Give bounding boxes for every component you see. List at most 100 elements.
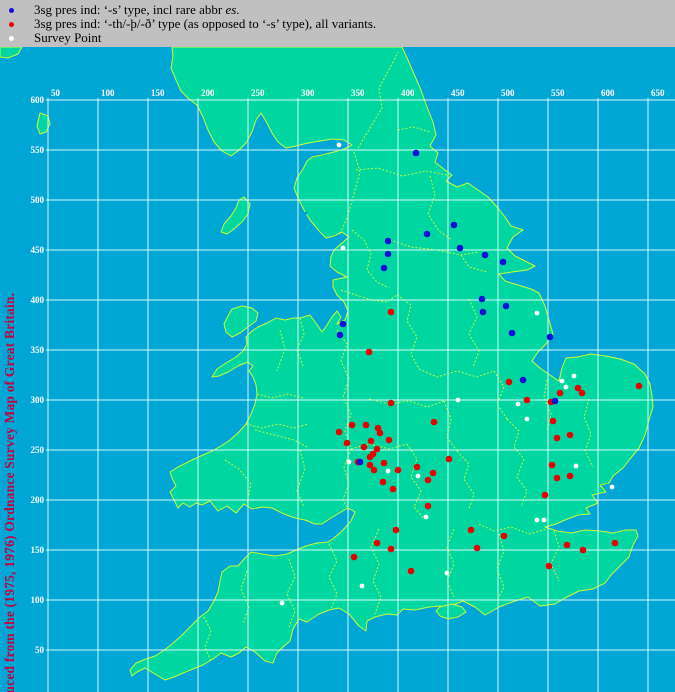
axis-label-top: 300 xyxy=(301,88,315,98)
s-type-dot xyxy=(480,309,487,316)
th-type-dot xyxy=(425,477,432,484)
legend: 3sg pres ind: ‘-s’ type, incl rare abbr … xyxy=(0,0,675,47)
survey-point-dot xyxy=(542,518,547,523)
th-type-dot xyxy=(446,456,453,463)
th-type-dot xyxy=(380,479,387,486)
th-type-dot xyxy=(612,540,619,547)
survey-point-dot-icon xyxy=(9,36,14,41)
map-container: 5010015020025030035040045050055060065060… xyxy=(0,47,675,692)
survey-point-dot xyxy=(535,518,540,523)
s-type-dot xyxy=(457,245,464,252)
axis-label-top: 150 xyxy=(151,88,165,98)
axis-label-left: 100 xyxy=(31,595,45,605)
th-type-dot xyxy=(388,400,395,407)
th-type-dot xyxy=(546,563,553,570)
axis-label-top: 250 xyxy=(251,88,265,98)
legend-label-survey-point: Survey Point xyxy=(34,31,102,45)
survey-point-dot xyxy=(360,584,365,589)
th-type-dot xyxy=(388,309,395,316)
axis-label-top: 350 xyxy=(351,88,365,98)
s-type-dot xyxy=(509,330,516,337)
legend-label-s-type: 3sg pres ind: ‘-s’ type, incl rare abbr … xyxy=(34,3,240,17)
s-type-dot xyxy=(451,222,458,229)
th-type-dot xyxy=(349,422,356,429)
th-type-dot xyxy=(388,546,395,553)
survey-point-dot xyxy=(574,464,579,469)
axis-label-left: 300 xyxy=(31,395,45,405)
s-type-dot xyxy=(503,303,510,310)
th-type-dot xyxy=(506,379,513,386)
coast-isle-of-man xyxy=(221,197,250,234)
th-type-dot xyxy=(351,554,358,561)
axis-label-left: 350 xyxy=(31,345,45,355)
survey-point-dot xyxy=(445,571,450,576)
th-type-dot xyxy=(390,486,397,493)
axis-label-left: 500 xyxy=(31,195,45,205)
th-type-dot xyxy=(580,547,587,554)
legend-item-s-type: 3sg pres ind: ‘-s’ type, incl rare abbr … xyxy=(0,3,675,17)
th-type-dot xyxy=(567,473,574,480)
survey-point-dot xyxy=(386,469,391,474)
s-type-dot xyxy=(500,259,507,266)
th-type-dot xyxy=(549,462,556,469)
th-type-dot xyxy=(344,440,351,447)
th-type-dot xyxy=(336,429,343,436)
th-type-dot xyxy=(425,503,432,510)
th-type-dot xyxy=(554,435,561,442)
s-type-dot-icon xyxy=(9,8,14,13)
axis-label-left: 150 xyxy=(31,545,45,555)
survey-point-dot xyxy=(280,601,285,606)
s-type-dot xyxy=(413,150,420,157)
th-type-dot xyxy=(381,460,388,467)
th-type-dot xyxy=(431,419,438,426)
th-type-dot xyxy=(554,475,561,482)
map-svg: 5010015020025030035040045050055060065060… xyxy=(0,47,675,692)
th-type-dot xyxy=(542,492,549,499)
th-type-dot xyxy=(374,540,381,547)
axis-label-top: 50 xyxy=(51,88,61,98)
th-type-dot xyxy=(361,444,368,451)
th-type-dot xyxy=(386,437,393,444)
th-type-dot xyxy=(468,527,475,534)
sidebar-attribution-text: Reproduced from the (1975, 1976) Ordnanc… xyxy=(2,223,21,692)
th-type-dot xyxy=(367,454,374,461)
survey-point-dot xyxy=(341,246,346,251)
axis-label-left: 400 xyxy=(31,295,45,305)
axis-label-left: 250 xyxy=(31,445,45,455)
th-type-dot xyxy=(579,390,586,397)
survey-point-dot xyxy=(456,398,461,403)
axis-label-left: 550 xyxy=(31,145,45,155)
legend-item-survey-point: Survey Point xyxy=(0,31,675,45)
s-type-dot xyxy=(424,231,431,238)
th-type-dot xyxy=(636,383,643,390)
th-type-dot xyxy=(377,430,384,437)
th-type-dot xyxy=(501,533,508,540)
th-type-dot xyxy=(366,349,373,356)
axis-label-top: 550 xyxy=(551,88,565,98)
th-type-dot xyxy=(363,422,370,429)
s-type-dot xyxy=(479,296,486,303)
axis-label-top: 650 xyxy=(651,88,665,98)
axis-label-left: 50 xyxy=(35,645,45,655)
survey-point-dot xyxy=(564,385,569,390)
s-type-dot xyxy=(385,251,392,258)
survey-point-dot xyxy=(610,485,615,490)
survey-point-dot xyxy=(424,515,429,520)
th-type-dot xyxy=(414,464,421,471)
survey-point-dot xyxy=(560,379,565,384)
s-type-dot xyxy=(357,459,364,466)
s-type-dot xyxy=(337,332,344,339)
s-type-dot xyxy=(340,321,347,328)
axis-label-top: 200 xyxy=(201,88,215,98)
coast-great-britain xyxy=(130,47,653,680)
axis-label-top: 600 xyxy=(601,88,615,98)
page: 3sg pres ind: ‘-s’ type, incl rare abbr … xyxy=(0,0,675,692)
th-type-dot xyxy=(557,390,564,397)
s-type-dot xyxy=(385,238,392,245)
survey-point-dot xyxy=(416,474,421,479)
s-type-dot xyxy=(547,334,554,341)
th-type-dot xyxy=(564,542,571,549)
survey-point-dot xyxy=(347,460,352,465)
th-type-dot xyxy=(368,438,375,445)
th-type-dot xyxy=(524,397,531,404)
